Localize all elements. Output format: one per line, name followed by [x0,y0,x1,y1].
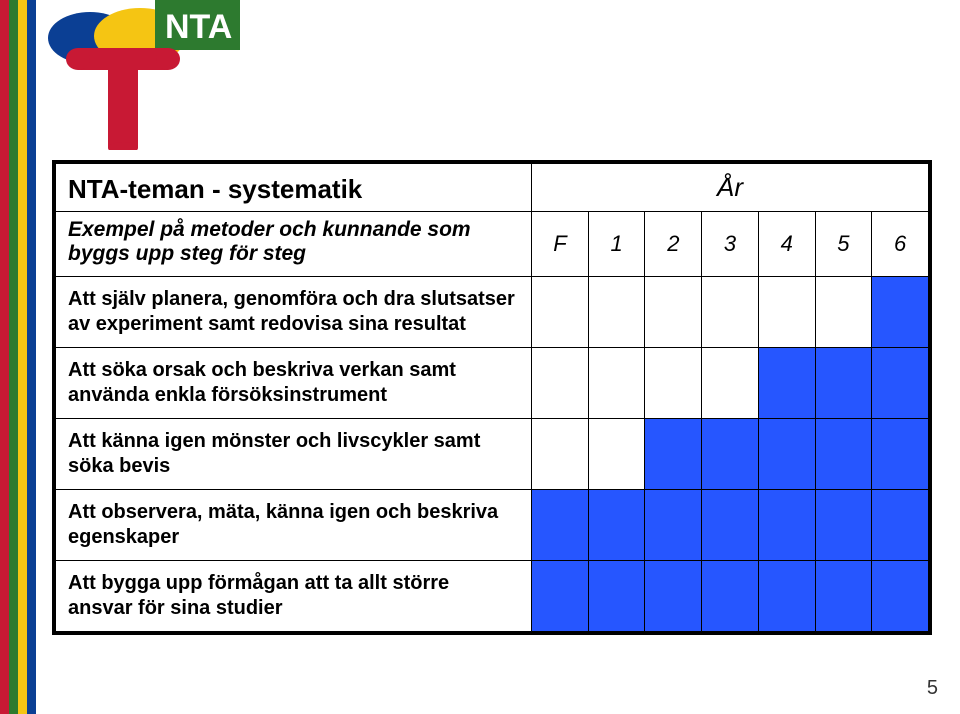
cell-empty [532,348,589,419]
cell-filled [532,561,589,632]
table-subtitle: Exempel på metoder och kunnande som bygg… [56,212,532,277]
cell-empty [815,277,872,348]
cell-filled [758,348,815,419]
systematik-table: NTA-teman - systematik År Exempel på met… [52,160,932,635]
cell-filled [815,561,872,632]
cell-filled [645,490,702,561]
cell-filled [872,277,929,348]
row-label: Att söka orsak och beskriva verkan samt … [56,348,532,419]
cell-empty [588,348,645,419]
grade-col: 6 [872,212,929,277]
grade-col: 1 [588,212,645,277]
year-header: År [532,164,929,212]
cell-empty [532,419,589,490]
cell-filled [758,419,815,490]
grade-col: F [532,212,589,277]
stripe-red [0,0,9,714]
row-label: Att själv planera, genomföra och dra slu… [56,277,532,348]
grade-col: 5 [815,212,872,277]
cell-empty [645,348,702,419]
grade-col: 4 [758,212,815,277]
cell-filled [588,561,645,632]
cell-filled [645,561,702,632]
row-label: Att observera, mäta, känna igen och besk… [56,490,532,561]
svg-text:NTA: NTA [165,8,232,46]
table-row: Att själv planera, genomföra och dra slu… [56,277,929,348]
row-label: Att bygga upp förmågan att ta allt störr… [56,561,532,632]
table-row: Att känna igen mönster och livscykler sa… [56,419,929,490]
cell-filled [872,348,929,419]
cell-filled [815,419,872,490]
grade-col: 3 [702,212,759,277]
cell-filled [872,561,929,632]
stripe-yellow [18,0,27,714]
cell-empty [588,419,645,490]
cell-empty [758,277,815,348]
cell-filled [758,490,815,561]
table-title: NTA-teman - systematik [56,164,532,212]
stripe-green [9,0,18,714]
cell-filled [815,348,872,419]
cell-filled [702,561,759,632]
cell-filled [872,490,929,561]
cell-empty [588,277,645,348]
table-row: Att bygga upp förmågan att ta allt störr… [56,561,929,632]
cell-filled [532,490,589,561]
cell-empty [702,277,759,348]
cell-filled [815,490,872,561]
cell-filled [702,490,759,561]
cell-filled [702,419,759,490]
row-label: Att känna igen mönster och livscykler sa… [56,419,532,490]
cell-filled [872,419,929,490]
nta-logo: NTA [30,0,240,150]
cell-filled [758,561,815,632]
table-row: Att observera, mäta, känna igen och besk… [56,490,929,561]
grade-col: 2 [645,212,702,277]
cell-filled [588,490,645,561]
cell-filled [645,419,702,490]
cell-empty [702,348,759,419]
cell-empty [532,277,589,348]
page-number: 5 [927,677,938,700]
cell-empty [645,277,702,348]
table-row: Att söka orsak och beskriva verkan samt … [56,348,929,419]
